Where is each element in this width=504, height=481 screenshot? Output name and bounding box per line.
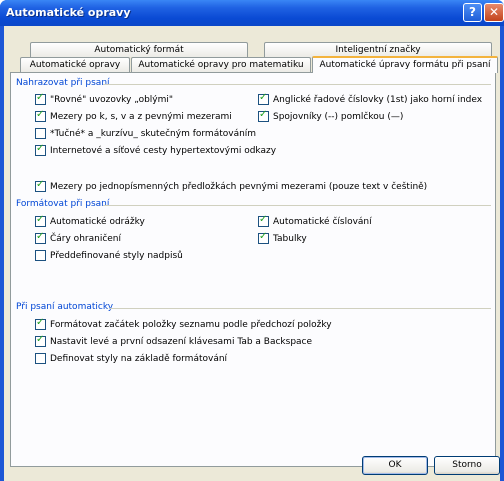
dialog-window: Automatické opravy ? ✕ Automatický formá… <box>0 0 504 481</box>
cancel-button[interactable]: Storno <box>434 456 500 475</box>
tab-automaticke-opravy[interactable]: Automatické opravy <box>20 57 130 72</box>
section-title-format: Formátovat při psaní <box>16 199 110 209</box>
checkbox-label: Internetové a síťové cesty hypertextovým… <box>50 145 277 156</box>
checkbox-box[interactable]: ✓ <box>35 179 46 192</box>
checkbox-label: Spojovníky (--) pomlčkou (—) <box>273 111 404 122</box>
checkbox-label: Anglické řadové číslovky (1st) jako horn… <box>273 94 483 105</box>
checkbox-box[interactable]: ✓ <box>35 317 46 330</box>
check-icon: ✓ <box>36 92 45 103</box>
checkbox-label: Tabulky <box>273 233 307 244</box>
checkbox-spaces-after-ksvz[interactable]: ✓ Mezery po k, s, v a z pevnými mezerami <box>35 109 232 122</box>
checkbox-bold-italic[interactable]: *Tučné* a _kurzívu_ skutečným formátován… <box>35 128 256 139</box>
checkbox-box[interactable] <box>35 250 46 261</box>
checkbox-tables[interactable]: ✓ Tabulky <box>258 231 307 244</box>
close-button[interactable]: ✕ <box>484 3 504 22</box>
checkbox-heading-styles[interactable]: Předdefinované styly nadpisů <box>35 250 183 261</box>
check-icon: ✓ <box>36 317 45 328</box>
check-icon: ✓ <box>36 214 45 225</box>
checkbox-label: Formátovat začátek položky seznamu podle… <box>50 319 332 330</box>
checkbox-hyperlinks[interactable]: ✓ Internetové a síťové cesty hypertextov… <box>35 143 277 156</box>
checkbox-label: Definovat styly na základě formátování <box>50 353 228 364</box>
check-icon: ✓ <box>259 92 268 103</box>
help-button[interactable]: ? <box>463 3 482 22</box>
tab-automaticke-upravy-formatu[interactable]: Automatické úpravy formátu při psaní <box>312 56 498 73</box>
help-icon: ? <box>469 5 476 19</box>
checkbox-box[interactable]: ✓ <box>35 109 46 122</box>
tab-automaticky-format[interactable]: Automatický formát <box>30 42 248 57</box>
title-bar[interactable]: Automatické opravy ? ✕ <box>0 0 504 26</box>
section-divider <box>109 308 491 309</box>
checkbox-label: *Tučné* a _kurzívu_ skutečným formátován… <box>50 128 257 139</box>
check-icon: ✓ <box>259 109 268 120</box>
ok-button[interactable]: OK <box>362 456 428 475</box>
checkbox-label: Mezery po jednopísmenných předložkách pe… <box>50 181 428 192</box>
tab-panel: Nahrazovat při psaní ✓ "Rovné" uvozovky … <box>10 72 496 467</box>
tab-automaticke-opravy-matematika[interactable]: Automatické opravy pro matematiku <box>131 57 311 72</box>
checkbox-straight-quotes[interactable]: ✓ "Rovné" uvozovky „oblými" <box>35 92 174 105</box>
checkbox-label: "Rovné" uvozovky „oblými" <box>50 94 174 105</box>
checkbox-format-list-start[interactable]: ✓ Formátovat začátek položky seznamu pod… <box>35 317 332 330</box>
dialog-title: Automatické opravy <box>6 6 131 19</box>
checkbox-label: Automatické číslování <box>273 216 372 227</box>
check-icon: ✓ <box>36 334 45 345</box>
checkbox-auto-numbering[interactable]: ✓ Automatické číslování <box>258 214 372 227</box>
checkbox-ordinals-superscript[interactable]: ✓ Anglické řadové číslovky (1st) jako ho… <box>258 92 483 105</box>
checkbox-label: Čáry ohraničení <box>50 233 122 244</box>
checkbox-define-styles[interactable]: Definovat styly na základě formátování <box>35 353 227 364</box>
section-title-auto: Při psaní automaticky <box>16 302 114 312</box>
checkbox-box[interactable]: ✓ <box>258 214 269 227</box>
check-icon: ✓ <box>36 109 45 120</box>
checkbox-box[interactable] <box>35 353 46 364</box>
check-icon: ✓ <box>36 231 45 242</box>
section-divider <box>103 84 491 85</box>
checkbox-tab-indent[interactable]: ✓ Nastavit levé a první odsazení klávesa… <box>35 334 313 347</box>
checkbox-box[interactable]: ✓ <box>35 334 46 347</box>
checkbox-label: Nastavit levé a první odsazení klávesami… <box>50 336 313 347</box>
checkbox-box[interactable]: ✓ <box>258 231 269 244</box>
section-divider <box>103 205 491 206</box>
checkbox-prepositions-nbsp[interactable]: ✓ Mezery po jednopísmenných předložkách … <box>35 179 428 192</box>
checkbox-box[interactable]: ✓ <box>258 109 269 122</box>
checkbox-hyphens-dash[interactable]: ✓ Spojovníky (--) pomlčkou (—) <box>258 109 404 122</box>
checkbox-box[interactable]: ✓ <box>258 92 269 105</box>
tab-inteligentni-znacky[interactable]: Inteligentní značky <box>264 42 492 57</box>
check-icon: ✓ <box>259 231 268 242</box>
checkbox-box[interactable]: ✓ <box>35 143 46 156</box>
checkbox-box[interactable] <box>35 128 46 139</box>
checkbox-label: Předdefinované styly nadpisů <box>50 250 183 261</box>
check-icon: ✓ <box>36 179 45 190</box>
dialog-body: Automatický formát Inteligentní značky A… <box>4 26 500 481</box>
checkbox-border-lines[interactable]: ✓ Čáry ohraničení <box>35 231 122 244</box>
check-icon: ✓ <box>259 214 268 225</box>
checkbox-box[interactable]: ✓ <box>35 214 46 227</box>
checkbox-label: Automatické odrážky <box>50 216 145 227</box>
checkbox-box[interactable]: ✓ <box>35 231 46 244</box>
checkbox-label: Mezery po k, s, v a z pevnými mezerami <box>50 111 232 122</box>
checkbox-box[interactable]: ✓ <box>35 92 46 105</box>
close-icon: ✕ <box>488 5 500 19</box>
section-title-replace: Nahrazovat při psaní <box>16 78 110 88</box>
checkbox-auto-bullets[interactable]: ✓ Automatické odrážky <box>35 214 145 227</box>
check-icon: ✓ <box>36 143 45 154</box>
